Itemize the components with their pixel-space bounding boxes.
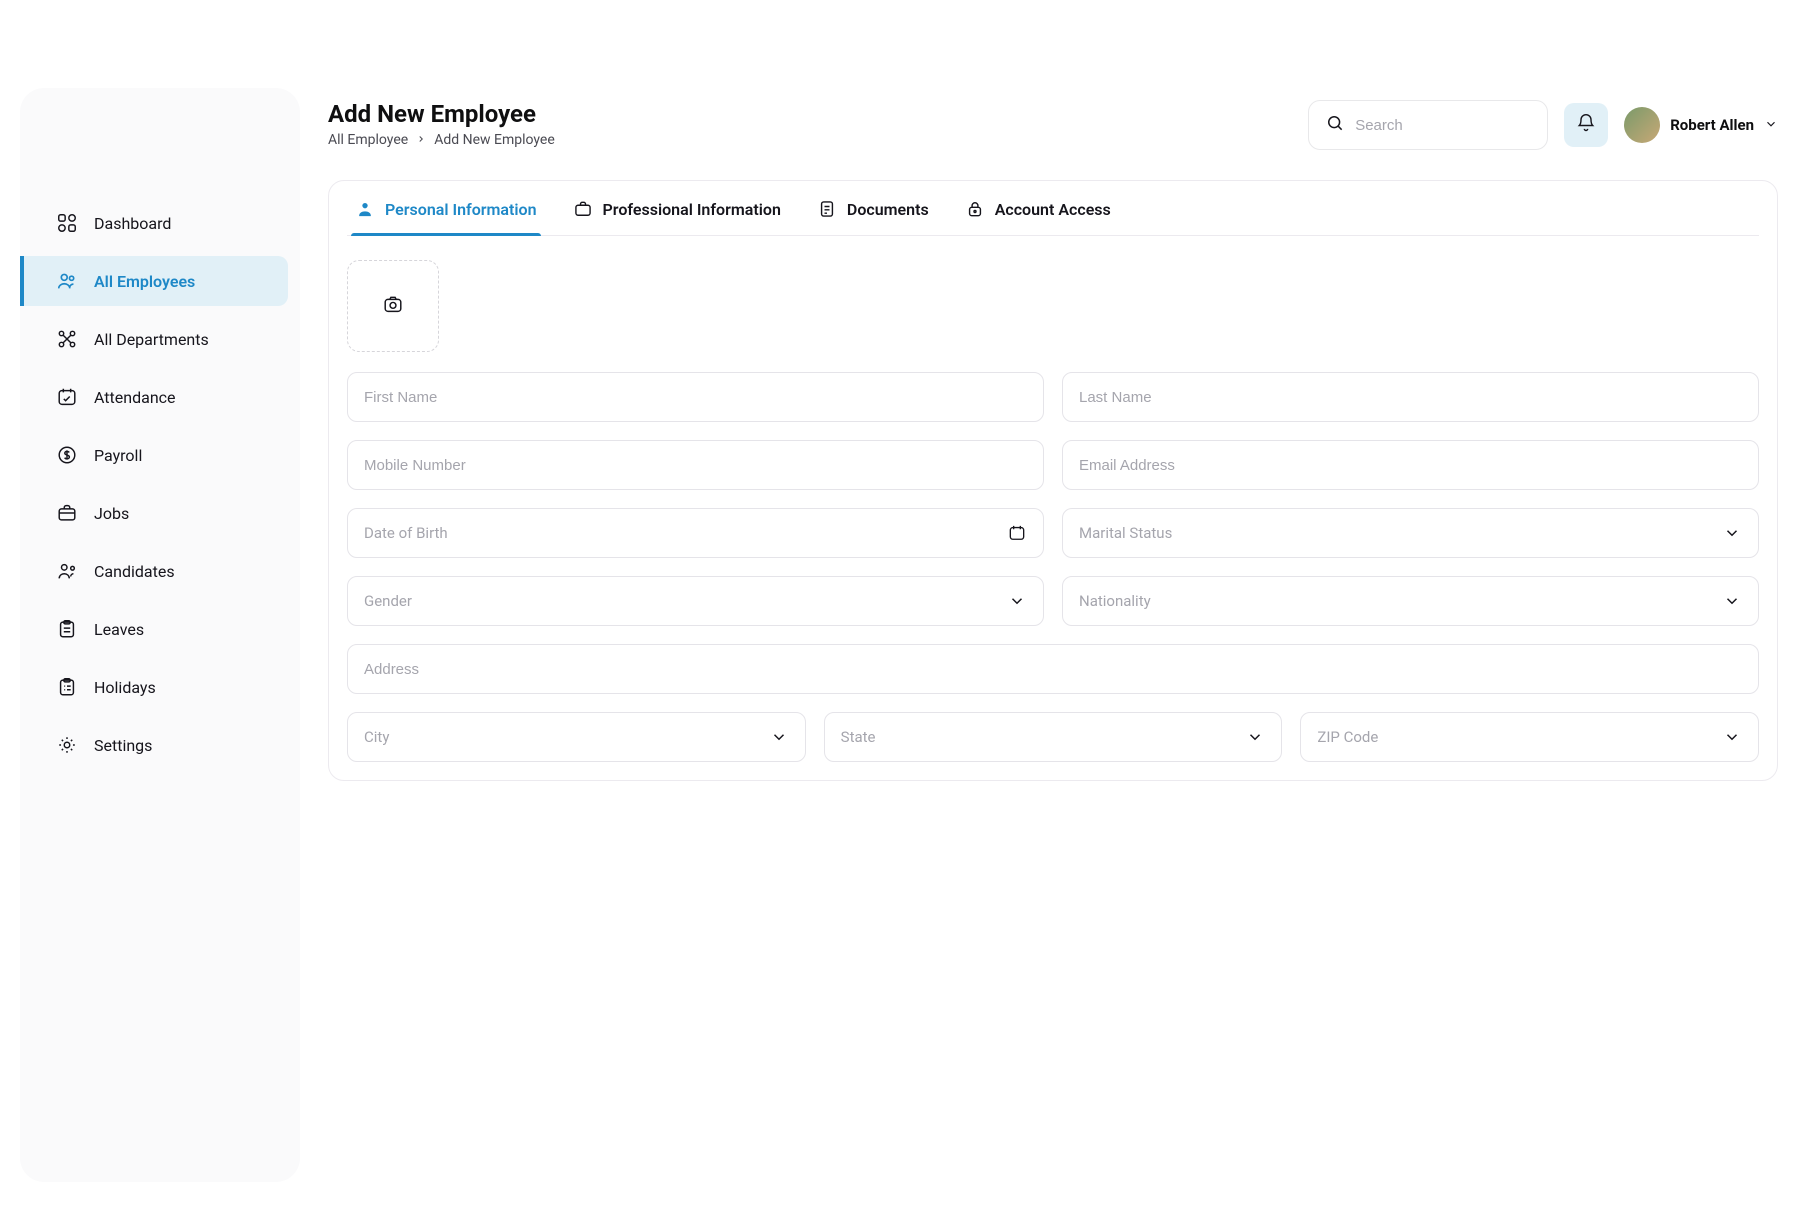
last-name-input[interactable]: [1079, 389, 1742, 406]
briefcase-icon: [56, 502, 78, 524]
sidebar-item-label: Holidays: [94, 678, 156, 697]
sidebar-item-payroll[interactable]: Payroll: [32, 430, 288, 480]
sidebar-item-label: All Departments: [94, 330, 209, 349]
lock-icon: [965, 199, 985, 219]
state-placeholder: State: [841, 728, 1246, 746]
sidebar-item-label: Leaves: [94, 620, 144, 639]
calendar-icon: [1007, 523, 1027, 543]
first-name-field[interactable]: [347, 372, 1044, 422]
email-input[interactable]: [1079, 457, 1742, 474]
photo-upload[interactable]: [347, 260, 439, 352]
breadcrumb-current: Add New Employee: [434, 132, 555, 148]
marital-status-field[interactable]: Marital Status: [1062, 508, 1759, 558]
sidebar-item-dashboard[interactable]: Dashboard: [32, 198, 288, 248]
dob-field[interactable]: Date of Birth: [347, 508, 1044, 558]
sidebar-item-leaves[interactable]: Leaves: [32, 604, 288, 654]
search-input[interactable]: [1355, 117, 1531, 134]
sidebar-item-settings[interactable]: Settings: [32, 720, 288, 770]
user-name: Robert Allen: [1670, 116, 1754, 134]
calendar-check-icon: [56, 386, 78, 408]
nationality-placeholder: Nationality: [1079, 592, 1722, 610]
zip-field[interactable]: ZIP Code: [1300, 712, 1759, 762]
main: Add New Employee All Employee Add New Em…: [300, 0, 1806, 1206]
avatar: [1624, 107, 1660, 143]
sidebar-item-all-employees[interactable]: All Employees: [20, 256, 288, 306]
tab-label: Documents: [847, 200, 929, 219]
address-input[interactable]: [364, 661, 1742, 678]
camera-icon: [382, 293, 404, 319]
chevron-right-icon: [416, 132, 426, 148]
zip-placeholder: ZIP Code: [1317, 728, 1722, 746]
tab-label: Professional Information: [603, 200, 781, 219]
users-icon: [56, 270, 78, 292]
chevron-down-icon: [1722, 591, 1742, 611]
user-menu[interactable]: Robert Allen: [1624, 107, 1778, 143]
tab-account-access[interactable]: Account Access: [961, 181, 1115, 235]
gear-icon: [56, 734, 78, 756]
header: Add New Employee All Employee Add New Em…: [328, 20, 1778, 150]
page-title: Add New Employee: [328, 100, 555, 128]
tab-label: Personal Information: [385, 200, 537, 219]
nationality-field[interactable]: Nationality: [1062, 576, 1759, 626]
mobile-field[interactable]: [347, 440, 1044, 490]
gender-field[interactable]: Gender: [347, 576, 1044, 626]
form: Date of Birth Marital Status Gender: [347, 236, 1759, 762]
briefcase-icon: [573, 199, 593, 219]
marital-placeholder: Marital Status: [1079, 524, 1722, 542]
tab-professional-information[interactable]: Professional Information: [569, 181, 785, 235]
chevron-down-icon: [769, 727, 789, 747]
mobile-input[interactable]: [364, 457, 1027, 474]
form-card: Personal Information Professional Inform…: [328, 180, 1778, 781]
sidebar-item-label: All Employees: [94, 272, 195, 291]
sidebar-item-jobs[interactable]: Jobs: [32, 488, 288, 538]
sidebar-item-candidates[interactable]: Candidates: [32, 546, 288, 596]
email-field[interactable]: [1062, 440, 1759, 490]
notifications-button[interactable]: [1564, 103, 1608, 147]
breadcrumb-root[interactable]: All Employee: [328, 132, 408, 148]
sidebar-item-label: Payroll: [94, 446, 142, 465]
clipboard-icon: [56, 618, 78, 640]
breadcrumb: All Employee Add New Employee: [328, 132, 555, 148]
city-placeholder: City: [364, 728, 769, 746]
chevron-down-icon: [1245, 727, 1265, 747]
tab-label: Account Access: [995, 200, 1111, 219]
clipboard-list-icon: [56, 676, 78, 698]
gender-placeholder: Gender: [364, 592, 1007, 610]
document-icon: [817, 199, 837, 219]
candidates-icon: [56, 560, 78, 582]
sidebar-item-attendance[interactable]: Attendance: [32, 372, 288, 422]
city-field[interactable]: City: [347, 712, 806, 762]
search-icon: [1325, 113, 1345, 137]
chevron-down-icon: [1722, 727, 1742, 747]
tab-documents[interactable]: Documents: [813, 181, 933, 235]
address-field[interactable]: [347, 644, 1759, 694]
sidebar-item-label: Settings: [94, 736, 152, 755]
sidebar-item-label: Attendance: [94, 388, 176, 407]
sidebar-item-label: Candidates: [94, 562, 175, 581]
sidebar: Dashboard All Employees All Departments …: [20, 88, 300, 1182]
grid-icon: [56, 212, 78, 234]
sidebar-item-all-departments[interactable]: All Departments: [32, 314, 288, 364]
bell-icon: [1576, 113, 1596, 137]
tabs: Personal Information Professional Inform…: [347, 181, 1759, 236]
state-field[interactable]: State: [824, 712, 1283, 762]
chevron-down-icon: [1007, 591, 1027, 611]
dob-placeholder: Date of Birth: [364, 524, 1007, 542]
sidebar-item-label: Dashboard: [94, 214, 171, 233]
user-icon: [355, 199, 375, 219]
chevron-down-icon: [1722, 523, 1742, 543]
network-icon: [56, 328, 78, 350]
chevron-down-icon: [1764, 116, 1778, 135]
tab-personal-information[interactable]: Personal Information: [351, 181, 541, 235]
search-box[interactable]: [1308, 100, 1548, 150]
last-name-field[interactable]: [1062, 372, 1759, 422]
dollar-icon: [56, 444, 78, 466]
first-name-input[interactable]: [364, 389, 1027, 406]
sidebar-item-holidays[interactable]: Holidays: [32, 662, 288, 712]
sidebar-item-label: Jobs: [94, 504, 129, 523]
nav-list: Dashboard All Employees All Departments …: [20, 198, 300, 770]
